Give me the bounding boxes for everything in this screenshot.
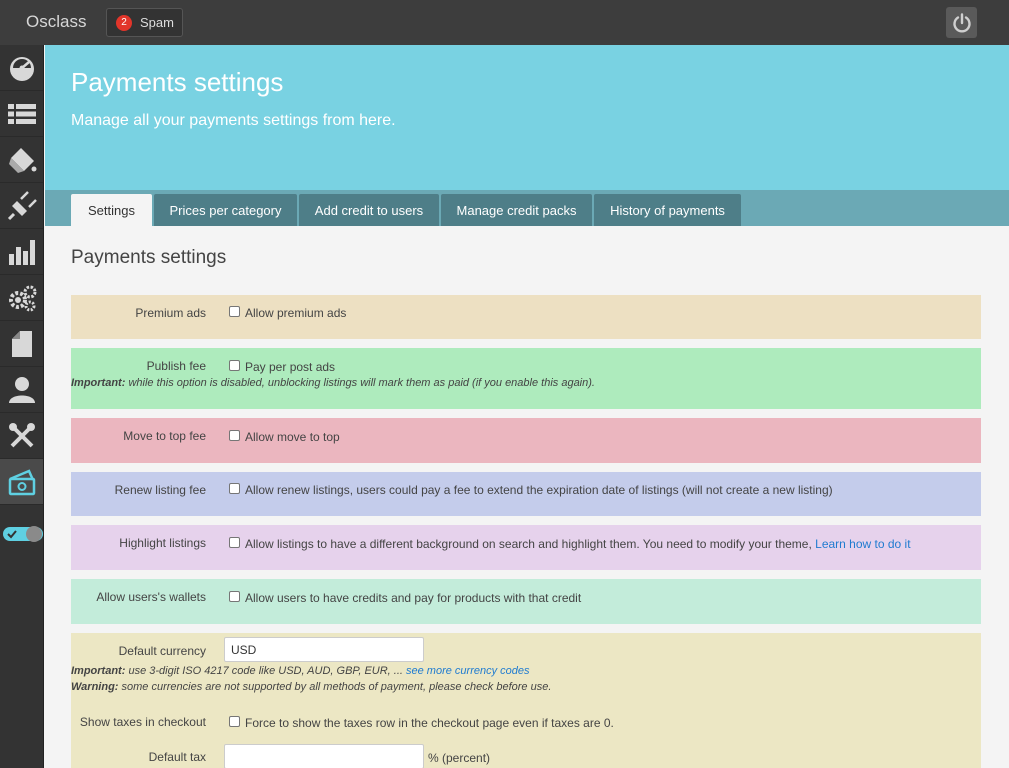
brand-link[interactable]: Osclass xyxy=(26,12,86,32)
publish-fee-note-strong: Important: xyxy=(71,377,126,389)
sidebar-item-tools[interactable] xyxy=(0,413,43,459)
show-taxes-label: Show taxes in checkout xyxy=(79,715,206,729)
users-wallets-label: Allow users's wallets xyxy=(96,590,206,604)
tab-history-of-payments[interactable]: History of payments xyxy=(594,194,741,226)
spam-count-badge: 2 xyxy=(116,14,132,31)
sidebar-item-settings[interactable] xyxy=(0,275,43,321)
publish-fee-note: Important: while this option is disabled… xyxy=(71,377,595,389)
show-taxes-option-label: Force to show the taxes row in the check… xyxy=(245,716,614,730)
publish-fee-checkbox[interactable] xyxy=(229,360,240,371)
publish-fee-note-text: while this option is disabled, unblockin… xyxy=(125,377,595,389)
sidebar-item-payments[interactable] xyxy=(0,459,43,505)
users-wallets-checkbox[interactable] xyxy=(229,591,240,602)
publish-fee-option-label: Pay per post ads xyxy=(245,360,336,374)
renew-listing-option-label: Allow renew listings, users could pay a … xyxy=(245,483,833,497)
publish-fee-label: Publish fee xyxy=(146,359,206,373)
currency-warning-strong: Warning: xyxy=(71,681,119,693)
highlight-listings-option-label: Allow listings to have a different backg… xyxy=(245,537,812,551)
move-to-top-checkbox[interactable] xyxy=(229,430,240,441)
publish-fee-row: Publish fee Pay per post ads Important: … xyxy=(71,348,981,409)
page-subtitle: Manage all your payments settings from h… xyxy=(71,112,396,129)
sidebar-item-listings[interactable] xyxy=(0,91,43,137)
users-wallets-option-label: Allow users to have credits and pay for … xyxy=(245,591,582,605)
bar-chart-icon xyxy=(8,239,35,265)
highlight-listings-label: Highlight listings xyxy=(119,536,206,550)
sidebar-item-appearance[interactable] xyxy=(0,137,43,183)
currency-warning-note: Warning: some currencies are not support… xyxy=(71,681,551,693)
tab-manage-credit-packs[interactable]: Manage credit packs xyxy=(441,194,592,226)
currency-taxes-row: Default currency USD Important: use 3-di… xyxy=(71,633,981,768)
highlight-listings-option: Allow listings to have a different backg… xyxy=(245,537,911,551)
move-to-top-label: Move to top fee xyxy=(123,429,206,443)
sidebar-collapse-toggle[interactable] xyxy=(2,525,44,543)
currency-important-strong: Important: xyxy=(71,665,126,677)
plug-icon xyxy=(7,190,37,220)
page-header: Payments settings Manage all your paymen… xyxy=(45,45,1009,190)
power-icon xyxy=(952,12,971,32)
renew-listing-row: Renew listing fee Allow renew listings, … xyxy=(71,472,981,516)
paint-bucket-icon xyxy=(8,147,36,173)
tab-prices-per-category[interactable]: Prices per category xyxy=(154,194,297,226)
currency-warning-text: some currencies are not supported by all… xyxy=(118,681,552,693)
users-wallets-row: Allow users's wallets Allow users to hav… xyxy=(71,579,981,624)
sidebar-item-users[interactable] xyxy=(0,367,43,413)
page-icon xyxy=(11,330,32,357)
renew-listing-checkbox[interactable] xyxy=(229,483,240,494)
sidebar-item-pages[interactable] xyxy=(0,321,43,367)
top-bar: Osclass 2 Spam xyxy=(0,0,1009,45)
currency-important-note: Important: use 3-digit ISO 4217 code lik… xyxy=(71,665,530,677)
logout-button[interactable] xyxy=(946,7,977,38)
tools-icon xyxy=(8,422,35,447)
premium-ads-checkbox[interactable] xyxy=(229,306,240,317)
page-title: Payments settings xyxy=(71,67,284,97)
premium-ads-label: Premium ads xyxy=(135,306,206,320)
sidebar-item-plugins[interactable] xyxy=(0,183,43,229)
currency-codes-link[interactable]: see more currency codes xyxy=(406,665,530,677)
show-taxes-checkbox[interactable] xyxy=(229,716,240,727)
spam-button[interactable]: 2 Spam xyxy=(106,8,183,37)
learn-how-link[interactable]: Learn how to do it xyxy=(815,537,910,551)
currency-important-text: use 3-digit ISO 4217 code like USD, AUD,… xyxy=(125,665,403,677)
listings-icon xyxy=(7,103,36,124)
tab-settings[interactable]: Settings xyxy=(71,194,152,226)
default-currency-input[interactable]: USD xyxy=(224,637,424,662)
default-tax-input[interactable] xyxy=(224,744,424,768)
sidebar-item-stats[interactable] xyxy=(0,229,43,275)
section-title: Payments settings xyxy=(71,247,227,268)
spam-label: Spam xyxy=(140,15,174,30)
gears-icon xyxy=(8,285,36,311)
move-to-top-option-label: Allow move to top xyxy=(245,430,340,444)
highlight-listings-checkbox[interactable] xyxy=(229,537,240,548)
dashboard-icon xyxy=(9,56,34,81)
sidebar-item-dashboard[interactable] xyxy=(0,45,43,91)
toggle-switch-icon xyxy=(3,526,43,542)
premium-ads-row: Premium ads Allow premium ads xyxy=(71,295,981,339)
tab-add-credit-to-users[interactable]: Add credit to users xyxy=(299,194,439,226)
payments-icon xyxy=(8,468,35,495)
default-currency-label: Default currency xyxy=(118,644,206,658)
tab-bar: Settings Prices per category Add credit … xyxy=(45,190,1009,226)
sidebar xyxy=(0,45,44,768)
premium-ads-option-label: Allow premium ads xyxy=(245,306,347,320)
default-tax-suffix: % (percent) xyxy=(428,751,491,765)
renew-listing-label: Renew listing fee xyxy=(114,483,206,497)
default-tax-label: Default tax xyxy=(148,750,206,764)
user-icon xyxy=(8,376,35,403)
move-to-top-row: Move to top fee Allow move to top xyxy=(71,418,981,463)
highlight-listings-row: Highlight listings Allow listings to hav… xyxy=(71,525,981,570)
